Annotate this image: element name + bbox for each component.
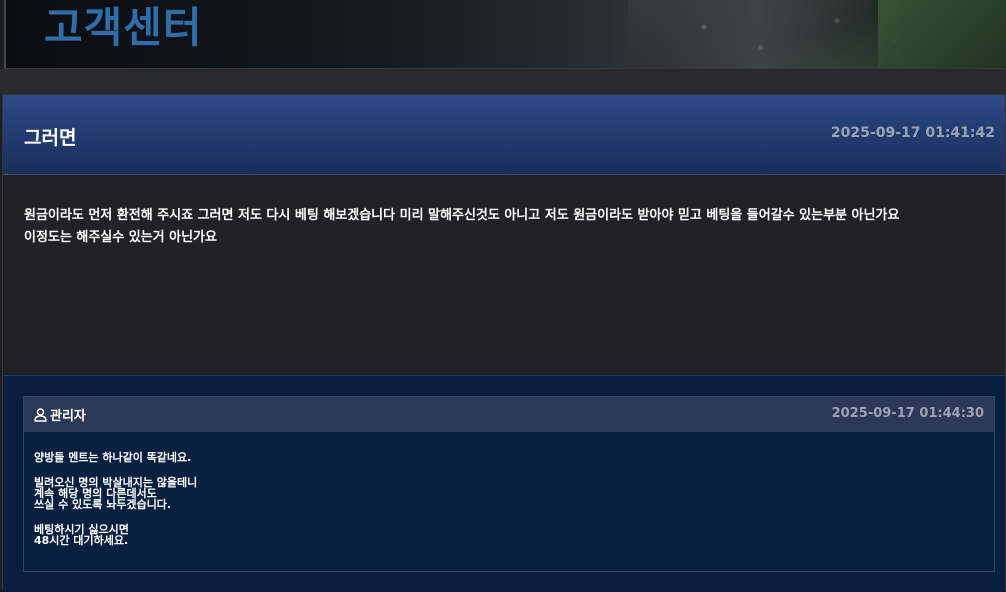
post-body-line: 이정도는 해주실수 있는거 아닌가요 (24, 230, 217, 245)
reply-header: 관리자 2025-09-17 01:44:30 (24, 397, 994, 432)
user-icon (34, 407, 47, 422)
reply-paragraph: 양방들 멘트는 하나같이 똑같네요. (34, 451, 192, 464)
post-body: 원금이라도 먼저 환전해 주시죠 그러면 저도 다시 베팅 해보겠습니다 미리 … (24, 205, 994, 249)
reply-date: 2025-09-17 01:44:30 (831, 406, 984, 421)
banner-title: 고객센터 (44, 3, 203, 52)
reply-author: 관리자 (34, 405, 86, 424)
reply-paragraph: 베팅하시기 싫으시면 48시간 대기하세요. (34, 523, 129, 547)
post-date: 2025-09-17 01:41:42 (830, 125, 995, 141)
reply-author-name: 관리자 (50, 409, 86, 424)
post-card: 그러면 2025-09-17 01:41:42 원금이라도 먼저 환전해 주시죠… (2, 94, 1006, 592)
banner-field-image (878, 0, 1006, 68)
post-header: 그러면 2025-09-17 01:41:42 (3, 95, 1005, 175)
post-body-line: 원금이라도 먼저 환전해 주시죠 그러면 저도 다시 베팅 해보겠습니다 미리 … (24, 208, 900, 223)
page-banner: 고객센터 (4, 0, 1006, 69)
reply-body: 양방들 멘트는 하나같이 똑같네요. 빌려오신 명의 박살내지는 않을테니 계속… (34, 452, 974, 560)
post-title: 그러면 (24, 127, 77, 149)
reply-box: 관리자 2025-09-17 01:44:30 양방들 멘트는 하나같이 똑같네… (23, 396, 995, 572)
reply-paragraph: 빌려오신 명의 박살내지는 않을테니 계속 해당 명의 다른데서도 쓰실 수 있… (34, 476, 198, 511)
banner-gap (0, 69, 1006, 94)
reply-section: 관리자 2025-09-17 01:44:30 양방들 멘트는 하나같이 똑같네… (3, 375, 1005, 592)
